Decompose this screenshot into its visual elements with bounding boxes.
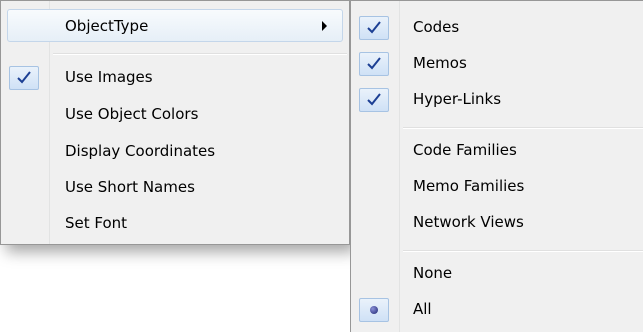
- menu-item-network-views[interactable]: Network Views: [351, 206, 643, 239]
- menu-item-use-object-colors[interactable]: Use Object Colors: [1, 98, 349, 131]
- display-coordinates-label: Display Coordinates: [65, 142, 216, 160]
- object-type-label: ObjectType: [65, 17, 149, 35]
- menu-separator: [403, 127, 643, 129]
- submenu-arrow-icon: [322, 21, 327, 31]
- checkmark-icon: [359, 16, 389, 40]
- menu-item-none[interactable]: None: [351, 257, 643, 290]
- menu-item-set-font[interactable]: Set Font: [1, 207, 349, 240]
- memos-label: Memos: [413, 54, 467, 72]
- checkmark-icon: [359, 52, 389, 76]
- menu-item-all[interactable]: All: [351, 293, 643, 326]
- display-options-menu: ObjectType Use Images Use Object Colors …: [0, 0, 350, 245]
- menu-separator: [53, 53, 347, 55]
- codes-label: Codes: [413, 18, 460, 36]
- use-images-label: Use Images: [65, 68, 153, 86]
- none-label: None: [413, 264, 453, 282]
- memo-families-label: Memo Families: [413, 177, 525, 195]
- menu-item-use-short-names[interactable]: Use Short Names: [1, 171, 349, 204]
- menu-item-codes[interactable]: Codes: [351, 11, 643, 44]
- menu-item-code-families[interactable]: Code Families: [351, 134, 643, 167]
- menu-item-display-coordinates[interactable]: Display Coordinates: [1, 135, 349, 168]
- menu-item-memos[interactable]: Memos: [351, 47, 643, 80]
- checkmark-icon: [9, 66, 39, 90]
- set-font-label: Set Font: [65, 214, 128, 232]
- code-families-label: Code Families: [413, 141, 517, 159]
- menu-item-hyper-links[interactable]: Hyper-Links: [351, 83, 643, 116]
- all-label: All: [413, 300, 432, 318]
- use-object-colors-label: Use Object Colors: [65, 105, 199, 123]
- checkmark-icon: [359, 88, 389, 112]
- hyper-links-label: Hyper-Links: [413, 90, 502, 108]
- network-views-label: Network Views: [413, 213, 524, 231]
- menu-separator: [403, 250, 643, 252]
- menu-item-object-type[interactable]: ObjectType: [7, 9, 343, 42]
- menu-item-memo-families[interactable]: Memo Families: [351, 170, 643, 203]
- object-type-submenu: Codes Memos Hyper-Links Code Families Me…: [350, 0, 643, 332]
- menu-item-use-images[interactable]: Use Images: [1, 61, 349, 94]
- radio-dot-icon: [359, 298, 389, 322]
- use-short-names-label: Use Short Names: [65, 178, 195, 196]
